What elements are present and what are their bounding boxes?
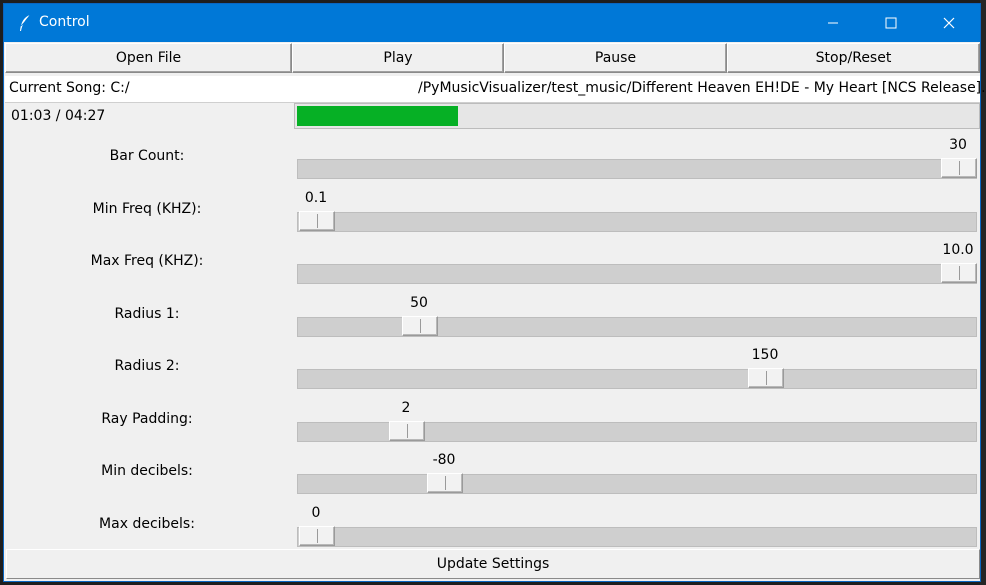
close-icon (943, 17, 955, 29)
open-file-button[interactable]: Open File (5, 43, 292, 73)
play-button[interactable]: Play (292, 43, 504, 73)
slider-track[interactable] (297, 368, 977, 389)
slider-label: Max Freq (KHZ): (90, 253, 204, 269)
slider-value: 10.0 (942, 242, 974, 258)
maximize-icon (885, 17, 897, 29)
slider-label: Ray Padding: (101, 410, 193, 427)
close-button[interactable] (920, 4, 978, 42)
window-title: Control (39, 14, 90, 30)
minimize-icon (828, 22, 838, 24)
control-window: Control Open File Play Pause Stop/Reset … (3, 3, 986, 582)
slider-track[interactable] (297, 263, 977, 284)
current-song-path: /PyMusicVisualizer/test_music/Different … (418, 80, 986, 96)
slider-thumb[interactable] (389, 420, 425, 441)
playback-progress-fill (297, 106, 458, 126)
slider-label: Min Freq (KHZ): (92, 200, 202, 217)
current-song-label: Current Song: C:/ (9, 80, 130, 96)
slider-label: Max decibels: (99, 515, 195, 532)
slider-value: 50 (410, 294, 428, 311)
playback-time: 01:03 / 04:27 (11, 108, 106, 124)
slider-track[interactable] (297, 315, 977, 337)
stop-reset-button[interactable]: Stop/Reset (727, 43, 980, 73)
slider-track[interactable] (297, 420, 977, 442)
slider-track[interactable] (297, 525, 977, 547)
minimize-button[interactable] (804, 4, 862, 42)
slider-thumb[interactable] (427, 473, 463, 493)
slider-label: Radius 2: (114, 358, 180, 374)
slider-value: 150 (751, 347, 779, 363)
update-settings-button[interactable]: Update Settings (6, 549, 980, 579)
slider-thumb[interactable] (941, 263, 977, 283)
slider-track[interactable] (297, 210, 977, 232)
slider-label: Min decibels: (101, 463, 193, 479)
slider-value: 2 (401, 399, 411, 416)
feather-icon (18, 14, 32, 32)
slider-value: 30 (949, 137, 967, 153)
slider-thumb[interactable] (299, 210, 335, 231)
title-bar[interactable]: Control (4, 4, 980, 42)
slider-track[interactable] (297, 158, 977, 179)
playback-progress-bar (294, 103, 980, 129)
slider-value: 0 (311, 504, 321, 521)
slider-thumb[interactable] (299, 525, 335, 546)
toolbar: Open File Play Pause Stop/Reset (4, 42, 980, 74)
slider-thumb[interactable] (402, 315, 438, 336)
slider-label: Bar Count: (109, 148, 185, 164)
slider-value: 0.1 (304, 189, 328, 206)
slider-thumb[interactable] (748, 368, 784, 388)
slider-label: Radius 1: (114, 305, 180, 322)
maximize-button[interactable] (862, 4, 920, 42)
pause-button[interactable]: Pause (504, 43, 727, 73)
slider-track[interactable] (297, 473, 977, 494)
slider-thumb[interactable] (941, 158, 977, 178)
current-song-row: Current Song: C:/ /PyMusicVisualizer/tes… (5, 76, 986, 103)
slider-value: -80 (432, 452, 456, 468)
